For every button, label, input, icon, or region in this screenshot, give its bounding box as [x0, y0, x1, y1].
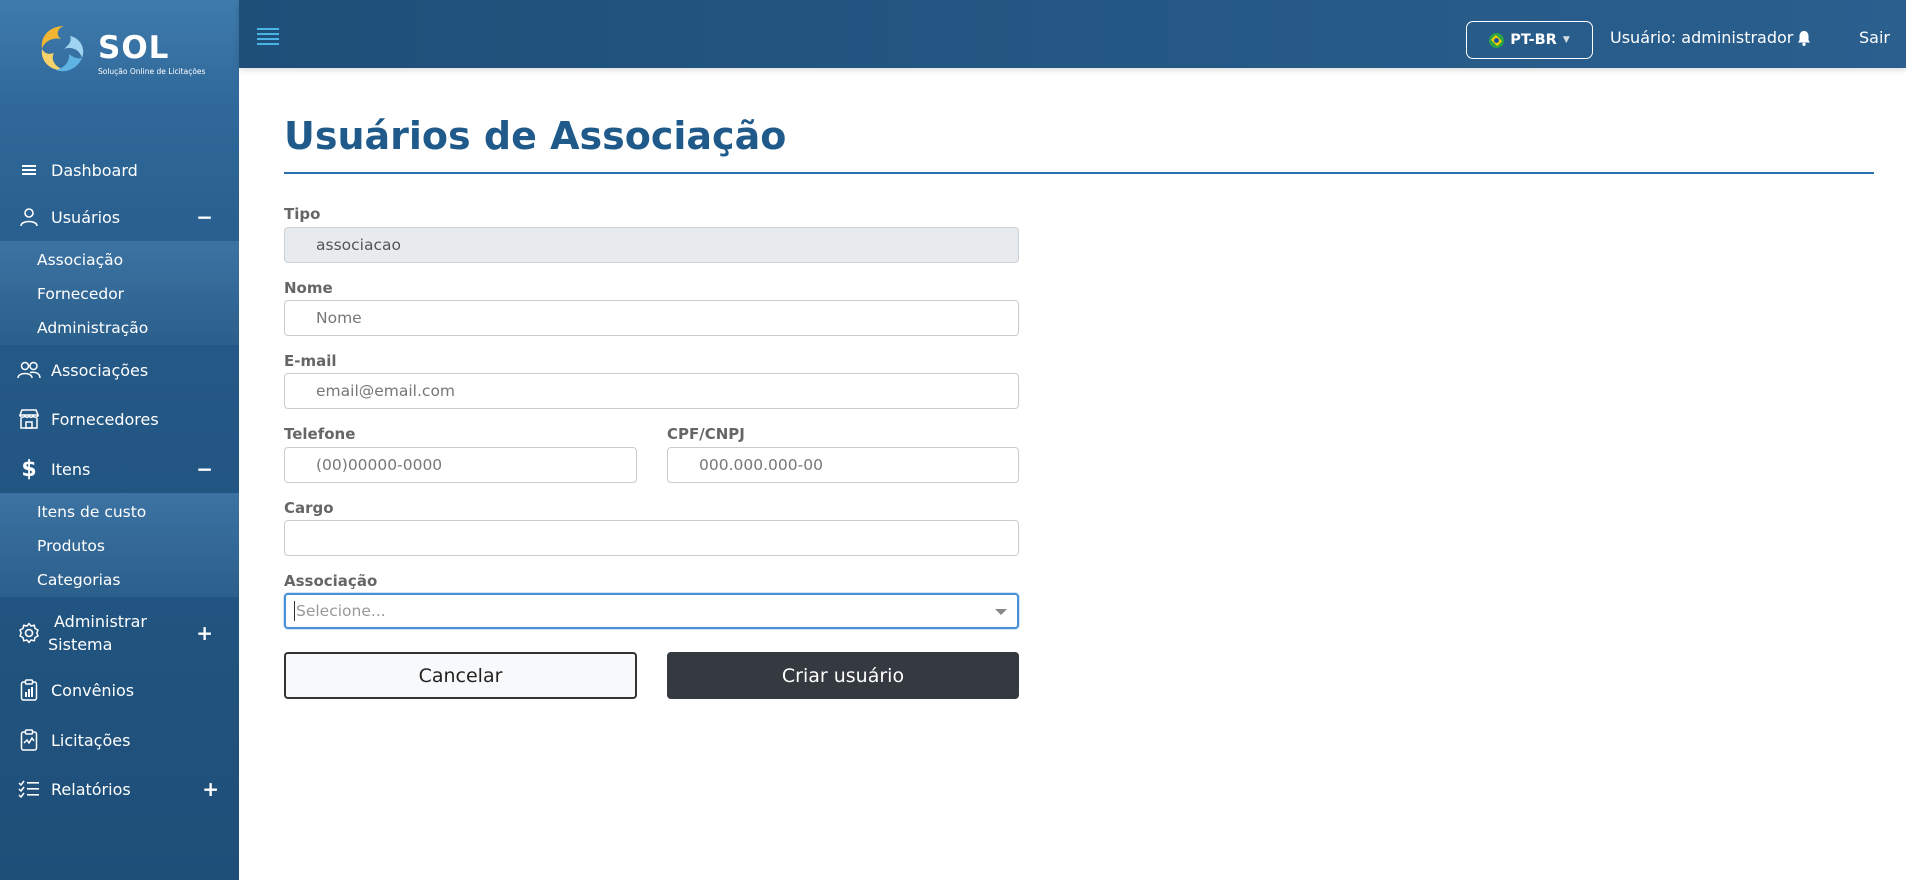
sidebar-item-label: Dashboard	[51, 160, 138, 180]
telefone-label: Telefone	[284, 425, 356, 443]
submenu-itens: Itens de custo Produtos Categorias	[0, 493, 239, 597]
list-check-icon	[17, 777, 41, 801]
sidebar-item-convenios[interactable]: Convênios	[0, 678, 239, 702]
brand-name: SOL	[98, 30, 170, 66]
chevron-down-icon: ▼	[1562, 35, 1570, 45]
collapse-icon[interactable]: −	[196, 207, 213, 227]
brazil-flag-icon	[1489, 32, 1505, 48]
sidebar-item-licitacoes[interactable]: Licitações	[0, 728, 239, 752]
submenu-usuarios: Associação Fornecedor Administração	[0, 241, 239, 345]
cpf-cnpj-placeholder: 000.000.000-00	[699, 456, 823, 474]
sidebar-item-relatorios[interactable]: Relatórios +	[0, 777, 239, 801]
sidebar-item-label: Licitações	[51, 730, 131, 750]
clipboard-chart-icon	[17, 678, 41, 702]
tipo-field: associacao	[284, 227, 1019, 263]
title-divider	[284, 172, 1874, 174]
telefone-placeholder: (00)00000-0000	[316, 456, 443, 474]
expand-icon[interactable]: +	[202, 779, 219, 799]
sidebar-item-itens[interactable]: $ Itens −	[0, 456, 239, 482]
sidebar-subitem-categorias[interactable]: Categorias	[37, 571, 121, 589]
collapse-icon[interactable]: −	[196, 459, 213, 479]
current-user-label: Usuário: administrador	[1610, 28, 1794, 47]
clipboard-check-icon	[17, 728, 41, 752]
topbar: PT-BR ▼ Usuário: administrador Sair	[239, 0, 1906, 68]
menu-toggle-icon[interactable]	[257, 28, 279, 48]
text-cursor	[294, 601, 295, 621]
sidebar-item-label: Fornecedores	[51, 409, 159, 429]
page-title: Usuários de Associação	[284, 114, 787, 158]
store-icon	[17, 407, 41, 431]
user-icon	[17, 205, 41, 229]
chevron-down-icon[interactable]	[995, 609, 1007, 615]
sidebar-subitem-itens-de-custo[interactable]: Itens de custo	[37, 503, 146, 521]
nome-label: Nome	[284, 279, 333, 297]
users-icon	[17, 358, 41, 382]
sidebar: SOL Solução Online de Licitações Dashboa…	[0, 0, 239, 880]
language-selector[interactable]: PT-BR ▼	[1466, 21, 1593, 59]
sidebar-item-label: Convênios	[51, 680, 135, 700]
sidebar-subitem-produtos[interactable]: Produtos	[37, 537, 105, 555]
sidebar-item-label: Usuários	[51, 207, 121, 227]
logout-button[interactable]: Sair	[1859, 28, 1890, 47]
associacao-label: Associação	[284, 572, 378, 590]
cargo-label: Cargo	[284, 499, 334, 517]
brand-tagline: Solução Online de Licitações	[98, 67, 206, 76]
sidebar-item-label: Relatórios	[51, 779, 131, 799]
sidebar-item-administrar-sistema[interactable]: Administrar Sistema +	[0, 610, 239, 656]
sidebar-item-label: Itens	[51, 459, 91, 479]
nome-input[interactable]: Nome	[284, 300, 1019, 336]
sidebar-item-label: Administrar Sistema	[48, 610, 148, 656]
email-input[interactable]: email@email.com	[284, 373, 1019, 409]
gear-icon	[17, 621, 41, 645]
sidebar-subitem-associacao[interactable]: Associação	[37, 251, 123, 269]
nome-placeholder: Nome	[316, 309, 362, 327]
sidebar-item-label: Associações	[51, 360, 149, 380]
sidebar-item-fornecedores[interactable]: Fornecedores	[0, 407, 239, 431]
expand-icon[interactable]: +	[196, 623, 213, 643]
label-line-1: Administrar	[54, 612, 148, 631]
email-placeholder: email@email.com	[316, 382, 456, 400]
tipo-value: associacao	[316, 236, 401, 254]
bell-icon[interactable]	[1797, 30, 1811, 50]
sol-logo-icon	[41, 26, 84, 72]
cargo-input[interactable]	[284, 520, 1019, 556]
sidebar-item-usuarios[interactable]: Usuários −	[0, 205, 239, 229]
sidebar-item-associacoes[interactable]: Associações	[0, 358, 239, 382]
associacao-placeholder: Selecione...	[296, 602, 386, 620]
dollar-icon: $	[21, 456, 37, 482]
create-user-button[interactable]: Criar usuário	[667, 652, 1019, 699]
sidebar-subitem-fornecedor[interactable]: Fornecedor	[37, 285, 124, 303]
label-line-2: Sistema	[48, 635, 113, 654]
sidebar-subitem-administracao[interactable]: Administração	[37, 319, 148, 337]
sidebar-item-dashboard[interactable]: Dashboard	[0, 158, 239, 182]
cpf-cnpj-label: CPF/CNPJ	[667, 425, 745, 443]
telefone-input[interactable]: (00)00000-0000	[284, 447, 637, 483]
logo[interactable]: SOL Solução Online de Licitações	[36, 22, 206, 80]
tipo-label: Tipo	[284, 205, 321, 223]
associacao-select[interactable]: Selecione...	[284, 593, 1019, 629]
email-label: E-mail	[284, 352, 337, 370]
bars-icon	[17, 158, 41, 182]
language-label: PT-BR	[1510, 32, 1557, 48]
cancel-button[interactable]: Cancelar	[284, 652, 637, 699]
cpf-cnpj-input[interactable]: 000.000.000-00	[667, 447, 1019, 483]
